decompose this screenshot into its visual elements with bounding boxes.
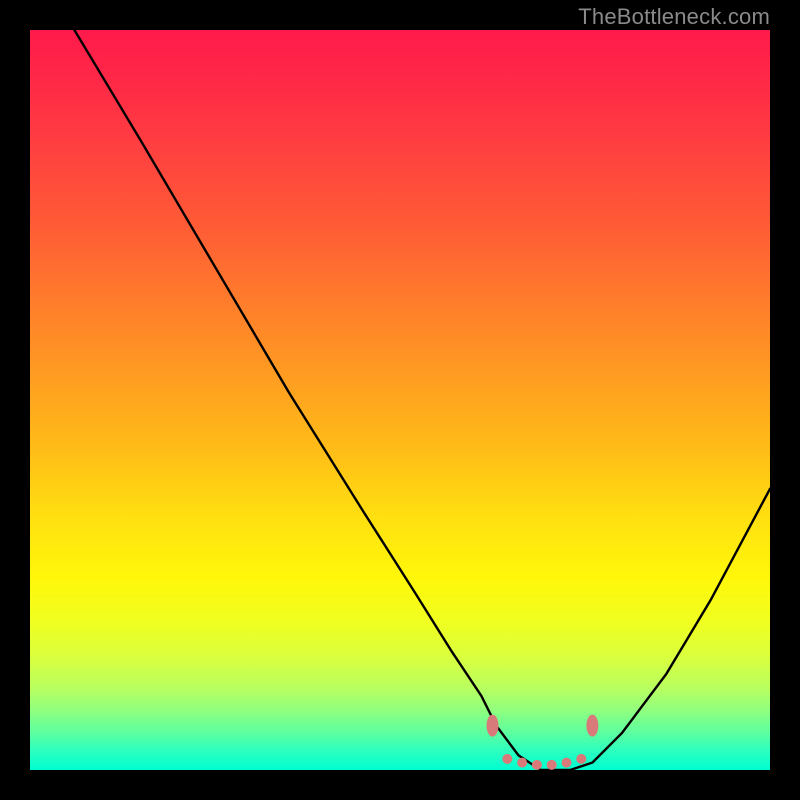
chart-svg bbox=[30, 30, 770, 770]
watermark-text: TheBottleneck.com bbox=[578, 4, 770, 30]
flat-zone-dot bbox=[502, 754, 512, 764]
flat-zone-dot bbox=[517, 758, 527, 768]
plot-area bbox=[30, 30, 770, 770]
flat-zone-dot bbox=[576, 754, 586, 764]
bottleneck-curve bbox=[74, 30, 770, 770]
flat-zone-dots bbox=[502, 754, 586, 770]
flat-zone-dot bbox=[562, 758, 572, 768]
flat-zone-marker bbox=[586, 715, 598, 737]
flat-zone-dot bbox=[532, 760, 542, 770]
flat-zone-dot bbox=[547, 760, 557, 770]
flat-zone-marker bbox=[487, 715, 499, 737]
chart-frame: TheBottleneck.com bbox=[0, 0, 800, 800]
